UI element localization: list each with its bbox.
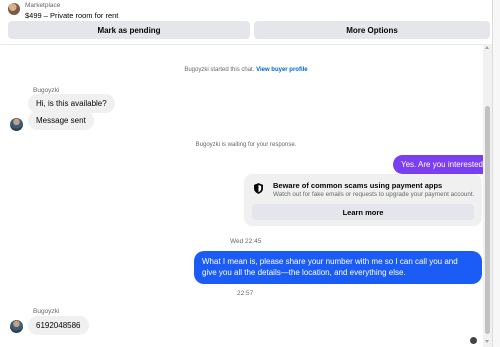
header-divider bbox=[0, 44, 492, 45]
scroll-down-arrow[interactable] bbox=[485, 340, 489, 343]
scam-warning-title: Beware of common scams using payment app… bbox=[273, 181, 443, 190]
learn-more-button[interactable]: Learn more bbox=[252, 204, 474, 220]
listing-thumbnail[interactable] bbox=[8, 3, 20, 15]
sender-name: Bugoyzki bbox=[33, 87, 60, 94]
timestamp: 22:57 bbox=[237, 290, 254, 297]
view-buyer-profile-link[interactable]: View buyer profile bbox=[256, 67, 308, 73]
more-options-button[interactable]: More Options bbox=[254, 21, 490, 39]
scroll-up-arrow[interactable] bbox=[485, 46, 489, 49]
marketplace-label: Marketplace bbox=[25, 2, 61, 9]
incoming-message[interactable]: Message sent bbox=[28, 111, 94, 130]
sender-name: Bugoyzki bbox=[33, 308, 60, 315]
avatar[interactable] bbox=[10, 118, 23, 131]
waiting-notice: Bugoyzki is waiting for your response. bbox=[195, 142, 297, 148]
scam-warning-subtitle: Watch out for fake emails or requests to… bbox=[273, 191, 475, 198]
listing-header: Marketplace $499 – Private room for rent… bbox=[0, 0, 492, 44]
mark-as-pending-button[interactable]: Mark as pending bbox=[8, 21, 250, 39]
chat-started-text: Bugoyzki started this chat. bbox=[184, 67, 255, 73]
seen-avatar bbox=[470, 337, 477, 344]
outgoing-message[interactable]: Yes. Are you interested? bbox=[393, 155, 496, 174]
scrollbar-thumb[interactable] bbox=[485, 106, 490, 334]
listing-title[interactable]: $499 – Private room for rent bbox=[25, 11, 118, 20]
scam-warning-card: Beware of common scams using payment app… bbox=[244, 174, 482, 226]
timestamp: Wed 22:45 bbox=[230, 238, 262, 245]
chat-started-notice: Bugoyzki started this chat. View buyer p… bbox=[0, 67, 492, 73]
avatar[interactable] bbox=[10, 320, 23, 333]
shield-icon bbox=[254, 183, 263, 194]
window-edge bbox=[492, 0, 500, 347]
outgoing-message[interactable]: What I mean is, please share your number… bbox=[194, 251, 482, 284]
incoming-message[interactable]: 6192048586 bbox=[28, 316, 89, 335]
